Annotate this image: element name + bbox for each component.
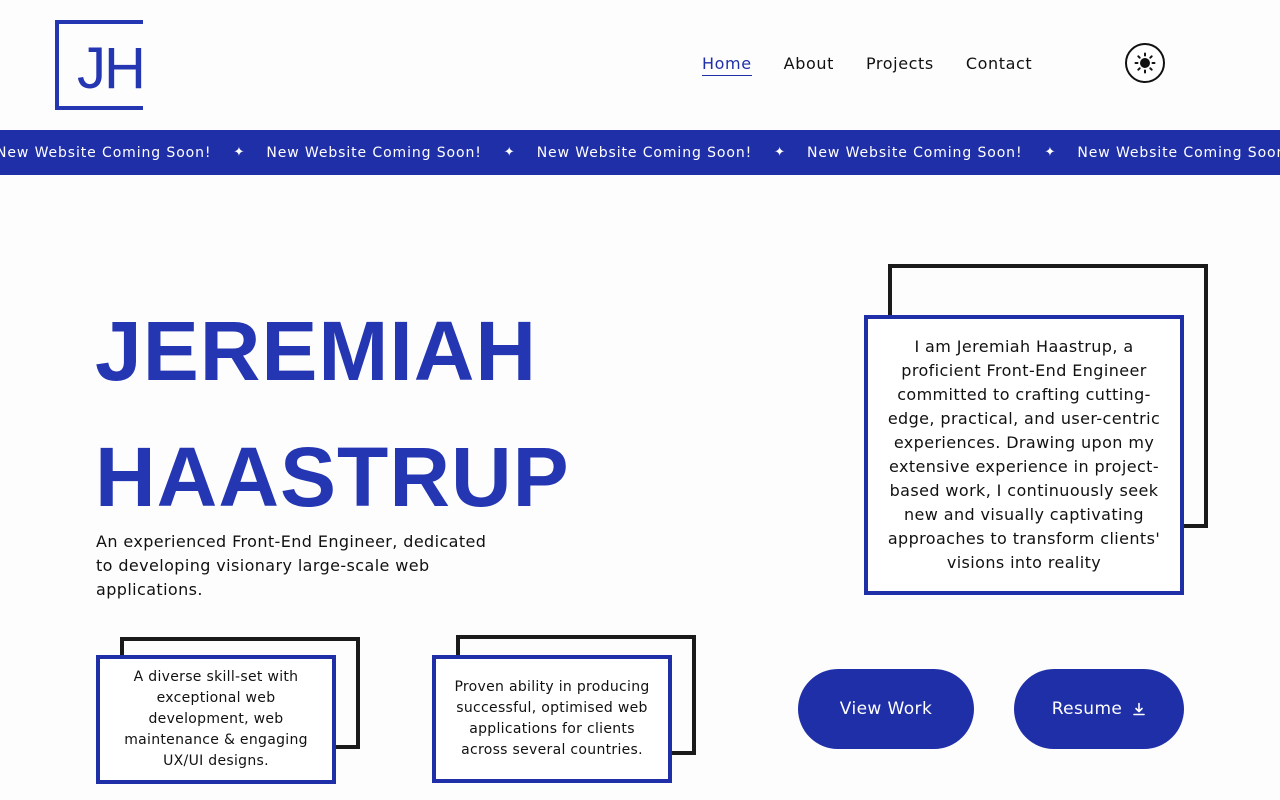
- sun-icon: [1134, 52, 1156, 74]
- marquee-text: New Website Coming Soon!: [1077, 144, 1280, 161]
- announcement-marquee: New Website Coming Soon! ✦ New Website C…: [0, 130, 1280, 175]
- nav-about[interactable]: About: [784, 54, 834, 76]
- resume-button[interactable]: Resume: [1014, 669, 1184, 749]
- download-icon: [1133, 702, 1146, 716]
- view-work-button[interactable]: View Work: [798, 669, 974, 749]
- marquee-text: New Website Coming Soon!: [536, 144, 753, 161]
- logo-text: JH: [77, 36, 144, 101]
- theme-toggle-button[interactable]: [1125, 43, 1165, 83]
- feature-card-text: A diverse skill-set with exceptional web…: [124, 669, 308, 769]
- feature-card-text: Proven ability in producing successful, …: [454, 679, 650, 758]
- feature-card-proven: Proven ability in producing successful, …: [432, 655, 672, 783]
- marquee-text: New Website Coming Soon!: [0, 144, 212, 161]
- hero-name: JEREMIAH HAASTRUP: [95, 288, 570, 540]
- about-card: I am Jeremiah Haastrup, a proficient Fro…: [864, 315, 1184, 595]
- sparkle-icon: ✦: [1044, 145, 1056, 160]
- marquee-text: New Website Coming Soon!: [266, 144, 482, 161]
- sparkle-icon: ✦: [774, 145, 786, 160]
- view-work-label: View Work: [839, 699, 933, 719]
- hero-subtitle: An experienced Front-End Engineer, dedic…: [96, 532, 487, 599]
- feature-card-skills: A diverse skill-set with exceptional web…: [96, 655, 336, 784]
- marquee-text: New Website Coming Soon!: [807, 144, 1023, 161]
- resume-label: Resume: [1051, 699, 1123, 719]
- marquee-track: New Website Coming Soon! ✦ New Website C…: [0, 130, 1280, 175]
- hero-name-last: HAASTRUP: [95, 430, 570, 524]
- main-nav: Home About Projects Contact: [702, 54, 1032, 76]
- hero-name-first: JEREMIAH: [95, 304, 538, 398]
- sparkle-icon: ✦: [233, 145, 245, 160]
- nav-projects[interactable]: Projects: [866, 54, 934, 76]
- sparkle-icon: ✦: [503, 145, 515, 160]
- nav-home[interactable]: Home: [702, 54, 752, 76]
- logo-jh[interactable]: JH: [55, 20, 145, 110]
- nav-contact[interactable]: Contact: [966, 54, 1032, 76]
- about-text: I am Jeremiah Haastrup, a proficient Fro…: [887, 337, 1161, 572]
